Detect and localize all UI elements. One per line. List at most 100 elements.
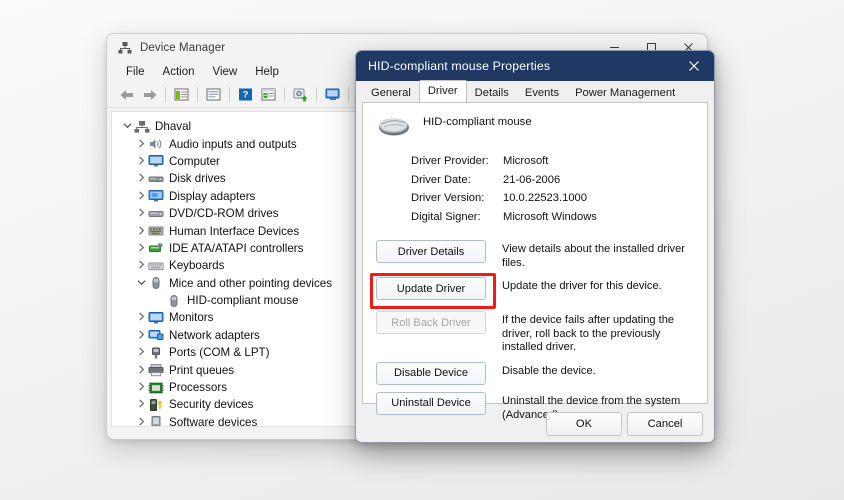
menu-file[interactable]: File — [117, 64, 154, 80]
help-icon[interactable]: ? — [234, 84, 257, 105]
computer-node-icon — [134, 120, 150, 134]
tab-general[interactable]: General — [363, 83, 419, 103]
dialog-titlebar: HID-compliant mouse Properties — [356, 51, 714, 81]
mouse-icon — [148, 276, 164, 290]
screen: Device Manager File Action View Help ? D… — [0, 0, 844, 500]
svg-text:?: ? — [243, 90, 249, 101]
tree-item-label: Print queues — [169, 363, 235, 377]
tree-item-label: DVD/CD-ROM drives — [169, 207, 279, 221]
driver-info-value: 21-06-2006 — [503, 173, 561, 186]
driver-action-row: Driver Details View details about the ins… — [363, 240, 707, 270]
keyboard-icon — [148, 259, 164, 273]
driver-action-description: View details about the installed driver … — [502, 243, 685, 269]
tree-item-label: Processors — [169, 381, 227, 395]
hid-icon — [148, 224, 164, 238]
chevron-right-icon[interactable] — [134, 365, 148, 376]
toolbar-separator — [229, 87, 230, 102]
dialog-body: General Driver Details Events Power Manageme… — [356, 80, 714, 442]
show-hidden-devices-icon[interactable] — [170, 84, 193, 105]
driver-info-row: Driver Date: 21-06-2006 — [411, 171, 707, 190]
chevron-right-icon[interactable] — [134, 382, 148, 393]
chevron-down-icon[interactable] — [120, 121, 134, 132]
back-arrow-icon[interactable] — [115, 84, 138, 105]
dialog-close-button[interactable] — [674, 51, 714, 81]
driver-details-button[interactable]: Driver Details — [376, 240, 486, 263]
disable-device-button[interactable]: Disable Device — [376, 361, 486, 385]
dialog-footer: OK Cancel — [356, 404, 714, 442]
driver-info-label: Digital Signer: — [411, 210, 481, 223]
mouse-icon — [377, 114, 411, 138]
disk-icon — [148, 172, 164, 186]
monitor-icon — [148, 311, 164, 325]
chevron-right-icon[interactable] — [134, 417, 148, 426]
tree-item-label: IDE ATA/ATAPI controllers — [169, 241, 304, 255]
chevron-right-icon[interactable] — [134, 312, 148, 323]
update-driver-button[interactable]: Update Driver — [376, 277, 486, 301]
tab-events[interactable]: Events — [516, 83, 568, 103]
driver-action-row: Disable Device Disable the device. — [363, 361, 707, 385]
monitor-icon — [148, 154, 164, 168]
chevron-right-icon[interactable] — [134, 243, 148, 254]
driver-info-label: Driver Provider: — [411, 155, 489, 168]
device-name: HID-compliant mouse — [423, 116, 532, 128]
device-manager-title: Device Manager — [140, 41, 226, 54]
chevron-right-icon[interactable] — [134, 399, 148, 410]
driver-info-label: Driver Date: — [411, 173, 471, 186]
chevron-right-icon[interactable] — [134, 191, 148, 202]
driver-info-value: 10.0.22523.1000 — [503, 192, 587, 205]
dialog-title: HID-compliant mouse Properties — [368, 59, 551, 73]
dvd-icon — [148, 207, 164, 221]
menu-help[interactable]: Help — [246, 64, 288, 80]
computer-icon[interactable] — [321, 84, 344, 105]
properties-icon[interactable] — [202, 84, 225, 105]
security-icon — [148, 398, 164, 412]
tree-item-label: Display adapters — [169, 189, 256, 203]
properties-dialog: HID-compliant mouse Properties General Dr… — [355, 50, 715, 443]
driver-info-row: Driver Version: 10.0.22523.1000 — [411, 189, 707, 208]
chevron-right-icon[interactable] — [134, 156, 148, 167]
menu-view[interactable]: View — [204, 64, 247, 80]
update-driver-toolbar-icon[interactable] — [257, 84, 280, 105]
driver-action-row: Roll Back Driver If the device fails afte… — [363, 311, 707, 355]
tree-item-label: Audio inputs and outputs — [169, 137, 297, 151]
tree-item-label: Ports (COM & LPT) — [169, 346, 270, 360]
processor-icon — [148, 381, 164, 395]
tab-power-management[interactable]: Power Management — [567, 83, 684, 103]
mouse-icon — [166, 294, 182, 308]
ide-icon — [148, 241, 164, 255]
driver-info-value: Microsoft — [503, 155, 549, 168]
chevron-down-icon[interactable] — [134, 278, 148, 289]
chevron-right-icon[interactable] — [134, 173, 148, 184]
toolbar-separator — [316, 87, 317, 102]
scan-hardware-changes-icon[interactable] — [289, 84, 312, 105]
driver-actions: Driver Details View details about the ins… — [363, 240, 707, 422]
driver-info-row: Digital Signer: Microsoft Windows — [411, 208, 707, 227]
chevron-right-icon[interactable] — [134, 260, 148, 271]
tree-item-label: Network adapters — [169, 328, 260, 342]
tree-item-label: HID-compliant mouse — [187, 294, 299, 308]
driver-info-row: Driver Provider: Microsoft — [411, 152, 707, 171]
tree-item-label: Software devices — [169, 415, 258, 427]
toolbar-separator — [284, 87, 285, 102]
tree-item-label: Security devices — [169, 398, 254, 412]
chevron-right-icon[interactable] — [134, 139, 148, 150]
chevron-right-icon[interactable] — [134, 347, 148, 358]
device-header: HID-compliant mouse — [363, 103, 707, 138]
tree-item-label: Dhaval — [155, 120, 192, 134]
software-icon — [148, 415, 164, 426]
driver-info-list: Driver Provider: Microsoft Driver Date: 21-… — [411, 152, 707, 226]
chevron-right-icon[interactable] — [134, 330, 148, 341]
chevron-right-icon[interactable] — [134, 226, 148, 237]
chevron-right-icon[interactable] — [134, 208, 148, 219]
tab-driver[interactable]: Driver — [418, 80, 467, 102]
cancel-button[interactable]: Cancel — [627, 412, 703, 436]
ok-button[interactable]: OK — [546, 412, 622, 436]
tree-item-label: Disk drives — [169, 172, 226, 186]
tab-details[interactable]: Details — [466, 83, 517, 103]
display-adapter-icon — [148, 189, 164, 203]
toolbar-separator — [165, 87, 166, 102]
tree-item-label: Monitors — [169, 311, 214, 325]
forward-arrow-icon[interactable] — [138, 84, 161, 105]
toolbar-separator — [348, 87, 349, 102]
menu-action[interactable]: Action — [154, 64, 204, 80]
